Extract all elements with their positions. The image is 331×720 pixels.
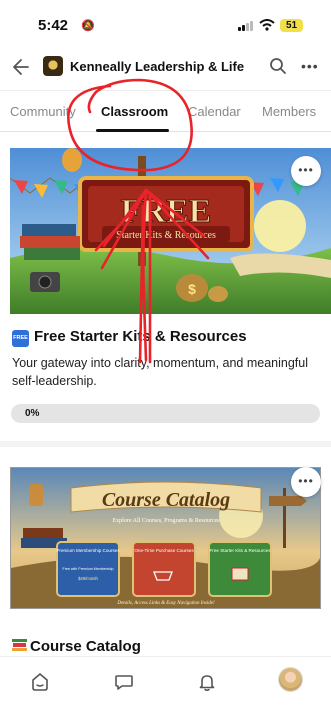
panel-onetime-title: One-Time Purchase Courses [134, 548, 194, 553]
catalog-banner-illustration: Course Catalog Explore All Courses, Prog… [11, 468, 320, 608]
tab-members[interactable]: Members [262, 104, 316, 119]
svg-text:$: $ [188, 281, 196, 297]
profile-avatar[interactable] [278, 667, 303, 692]
status-time: 5:42 [38, 17, 69, 34]
section-divider [0, 441, 331, 447]
cellular-signal-icon [238, 21, 254, 31]
status-bar: 5:42 🔕 51 [0, 0, 331, 44]
course-title[interactable]: Course Catalog [12, 638, 141, 655]
community-logo [43, 56, 63, 76]
course-title-text: Course Catalog [30, 638, 141, 655]
course-title-text: Free Starter Kits & Resources [34, 328, 247, 345]
search-icon[interactable] [269, 57, 287, 75]
tab-bar: Community Classroom Calendar Members [0, 90, 331, 132]
bottom-navigation [0, 656, 331, 720]
banner-headline: FREE [121, 193, 212, 230]
course-progress-bar: 0% [11, 404, 320, 423]
app-header: Kenneally Leadership & Life ••• [0, 48, 331, 88]
course-banner-course-catalog[interactable]: Course Catalog Explore All Courses, Prog… [10, 467, 321, 609]
tab-calendar[interactable]: Calendar [188, 104, 241, 119]
active-tab-indicator [96, 129, 169, 132]
home-icon[interactable] [30, 672, 50, 692]
books-icon [12, 639, 27, 651]
tab-classroom[interactable]: Classroom [101, 104, 168, 119]
catalog-footer: Details, Access Links & Easy Navigation … [116, 601, 215, 606]
course-title[interactable]: FREE Free Starter Kits & Resources [12, 328, 247, 347]
course-options-button[interactable]: ••• [291, 467, 321, 497]
panel-premium-price: $49/month [78, 576, 98, 581]
tab-community[interactable]: Community [10, 104, 76, 119]
banner-subline: Starter Kits & Resources [116, 230, 216, 241]
more-horizontal-icon[interactable]: ••• [301, 58, 319, 74]
community-title: Kenneally Leadership & Life [70, 59, 245, 74]
silent-mode-icon: 🔕 [81, 20, 95, 32]
panel-premium-tag: Free with Premium Membership [63, 567, 114, 571]
chat-bubble-icon[interactable] [114, 672, 134, 692]
battery-indicator: 51 [280, 19, 303, 32]
free-badge-icon: FREE [12, 330, 29, 347]
course-description: Your gateway into clarity, momentum, and… [12, 356, 308, 388]
bell-icon[interactable] [197, 672, 217, 692]
catalog-headline: Course Catalog [102, 489, 230, 511]
course-options-button[interactable]: ••• [291, 156, 321, 186]
panel-free-title: Free Starter Kits & Resources [209, 548, 271, 553]
catalog-subline: Explore All Courses, Programs & Resource… [113, 518, 221, 524]
banner-illustration: FREE Starter Kits & Resources $ [10, 148, 331, 314]
course-banner-free-starter-kits[interactable]: FREE Starter Kits & Resources $ [10, 148, 331, 314]
panel-premium-title: Premium Membership Courses [56, 548, 120, 553]
arrow-left-icon[interactable] [12, 57, 30, 77]
progress-label: 0% [25, 408, 40, 419]
wifi-icon [259, 19, 275, 31]
